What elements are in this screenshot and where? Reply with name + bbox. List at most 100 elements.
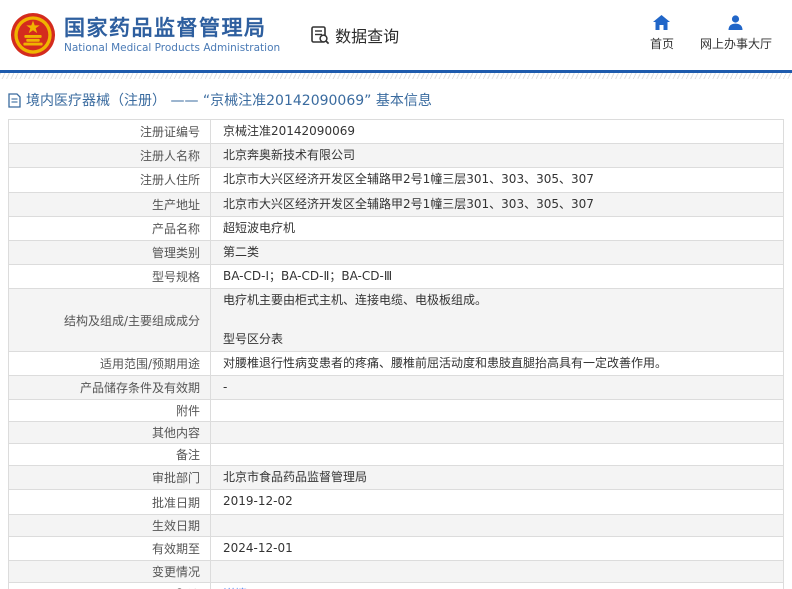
table-row: 变更情况	[9, 561, 783, 583]
nav-service-hall[interactable]: 网上办事大厅	[700, 15, 772, 52]
row-label-text: 变更情况	[152, 563, 200, 580]
table-row: 备注	[9, 444, 783, 466]
row-value: 详情	[211, 583, 783, 589]
table-row: 其他内容	[9, 422, 783, 444]
row-label: 生产地址	[9, 193, 211, 216]
row-label: 备注	[9, 444, 211, 465]
row-label: 产品名称	[9, 217, 211, 240]
row-value-text: 北京市食品药品监督管理局	[223, 468, 367, 487]
row-value-text: 北京市大兴区经济开发区全辅路甲2号1幢三层301、303、305、307	[223, 170, 594, 189]
document-icon	[8, 93, 21, 108]
row-label: 结构及组成/主要组成成分	[9, 289, 211, 351]
row-label: 有效期至	[9, 537, 211, 560]
row-label-text: 生产地址	[152, 196, 200, 213]
table-row: 生效日期	[9, 515, 783, 537]
row-label: 变更情况	[9, 561, 211, 582]
org-name-cn: 国家药品监督管理局	[64, 16, 280, 40]
row-label-text: 注册人住所	[140, 171, 200, 188]
row-value: 北京市大兴区经济开发区全辅路甲2号1幢三层301、303、305、307	[211, 193, 783, 216]
table-row: 型号规格 BA-CD-Ⅰ；BA-CD-Ⅱ；BA-CD-Ⅲ	[9, 265, 783, 289]
breadcrumb: 境内医疗器械（注册） —— “京械注准20142090069” 基本信息	[8, 90, 784, 110]
nav-home[interactable]: 首页	[650, 15, 674, 52]
row-label-text: 备注	[176, 446, 200, 463]
row-value-text: 2019-12-02	[223, 492, 293, 511]
org-names: 国家药品监督管理局 National Medical Products Admi…	[64, 16, 280, 54]
row-value: 北京市大兴区经济开发区全辅路甲2号1幢三层301、303、305、307	[211, 168, 783, 191]
row-label: 批准日期	[9, 490, 211, 513]
table-row: 适用范围/预期用途 对腰椎退行性病变患者的疼痛、腰椎前屈活动度和患肢直腿抬高具有一…	[9, 352, 783, 376]
row-label-text: 注册人名称	[140, 147, 200, 164]
row-label-text: 型号规格	[152, 268, 200, 285]
row-value: 北京奔奥新技术有限公司	[211, 144, 783, 167]
table-row: 生产地址北京市大兴区经济开发区全辅路甲2号1幢三层301、303、305、307	[9, 193, 783, 217]
row-value: 北京市食品药品监督管理局	[211, 466, 783, 489]
row-label-text: 生效日期	[152, 517, 200, 534]
hatch-band	[0, 73, 792, 79]
nav-data-query[interactable]: 数据查询	[310, 23, 399, 47]
logo-block: 国家药品监督管理局 National Medical Products Admi…	[10, 12, 280, 58]
row-value: 京械注准20142090069	[211, 120, 783, 143]
row-value: 第二类	[211, 241, 783, 264]
row-label: 注	[9, 583, 211, 589]
row-value: 电疗机主要由柜式主机、连接电缆、电极板组成。 型号区分表	[211, 289, 783, 351]
row-value-text: 2024-12-01	[223, 539, 293, 558]
row-label: 注册证编号	[9, 120, 211, 143]
row-value	[211, 422, 783, 443]
row-label-text: 产品名称	[152, 220, 200, 237]
row-label: 管理类别	[9, 241, 211, 264]
row-label: 注册人住所	[9, 168, 211, 191]
row-label: 附件	[9, 400, 211, 421]
row-value: 超短波电疗机	[211, 217, 783, 240]
row-value-text: BA-CD-Ⅰ；BA-CD-Ⅱ；BA-CD-Ⅲ	[223, 267, 392, 286]
row-value: 2019-12-02	[211, 490, 783, 513]
row-label-text: 有效期至	[152, 540, 200, 557]
row-value-text: 北京奔奥新技术有限公司	[223, 146, 355, 165]
row-label-text: 其他内容	[152, 424, 200, 441]
row-label-text: 附件	[176, 402, 200, 419]
org-name-en: National Medical Products Administration	[64, 42, 280, 54]
row-value-text: 超短波电疗机	[223, 219, 295, 238]
row-label: 其他内容	[9, 422, 211, 443]
table-row: 结构及组成/主要组成成分 电疗机主要由柜式主机、连接电缆、电极板组成。 型号区分表	[9, 289, 783, 352]
info-table: 注册证编号京械注准20142090069 注册人名称 北京奔奥新技术有限公司注册人住…	[8, 119, 784, 589]
table-row: 批准日期 2019-12-02	[9, 490, 783, 514]
row-label-text: 产品储存条件及有效期	[80, 379, 200, 396]
row-label: 生效日期	[9, 515, 211, 536]
row-label-text: 结构及组成/主要组成成分	[64, 312, 200, 329]
row-label-text: 管理类别	[152, 244, 200, 261]
home-icon	[653, 15, 670, 30]
row-label-text: 注册证编号	[140, 123, 200, 140]
row-label: 型号规格	[9, 265, 211, 288]
row-value	[211, 400, 783, 421]
table-row: 注册人名称 北京奔奥新技术有限公司	[9, 144, 783, 168]
table-row: 注册证编号京械注准20142090069	[9, 120, 783, 144]
user-icon	[728, 15, 743, 30]
table-row: 产品储存条件及有效期-	[9, 376, 783, 400]
data-query-icon	[310, 25, 330, 45]
page-title: 境内医疗器械（注册） —— “京械注准20142090069” 基本信息	[26, 90, 432, 110]
row-label: 注册人名称	[9, 144, 211, 167]
row-value-text: 对腰椎退行性病变患者的疼痛、腰椎前屈活动度和患肢直腿抬高具有一定改善作用。	[223, 354, 667, 373]
row-value-text: 第二类	[223, 243, 259, 262]
row-value: 对腰椎退行性病变患者的疼痛、腰椎前屈活动度和患肢直腿抬高具有一定改善作用。	[211, 352, 783, 375]
row-value: -	[211, 376, 783, 399]
table-row: 有效期至 2024-12-01	[9, 537, 783, 561]
national-emblem-icon	[10, 12, 56, 58]
table-row: 产品名称 超短波电疗机	[9, 217, 783, 241]
nav-service-hall-label: 网上办事大厅	[700, 35, 772, 52]
row-value: 2024-12-01	[211, 537, 783, 560]
row-label-text: 审批部门	[152, 469, 200, 486]
row-label: 产品储存条件及有效期	[9, 376, 211, 399]
table-row: 注 详情	[9, 583, 783, 589]
nav-home-label: 首页	[650, 35, 674, 52]
row-label: 适用范围/预期用途	[9, 352, 211, 375]
table-row: 注册人住所 北京市大兴区经济开发区全辅路甲2号1幢三层301、303、305、30…	[9, 168, 783, 192]
table-row: 附件	[9, 400, 783, 422]
row-value	[211, 444, 783, 465]
row-label-text: 适用范围/预期用途	[100, 355, 200, 372]
row-label: 审批部门	[9, 466, 211, 489]
detail-link[interactable]: 详情	[223, 585, 247, 589]
table-row: 审批部门 北京市食品药品监督管理局	[9, 466, 783, 490]
row-value-text: 电疗机主要由柜式主机、连接电缆、电极板组成。 型号区分表	[223, 291, 487, 349]
row-label-text: 批准日期	[152, 494, 200, 511]
